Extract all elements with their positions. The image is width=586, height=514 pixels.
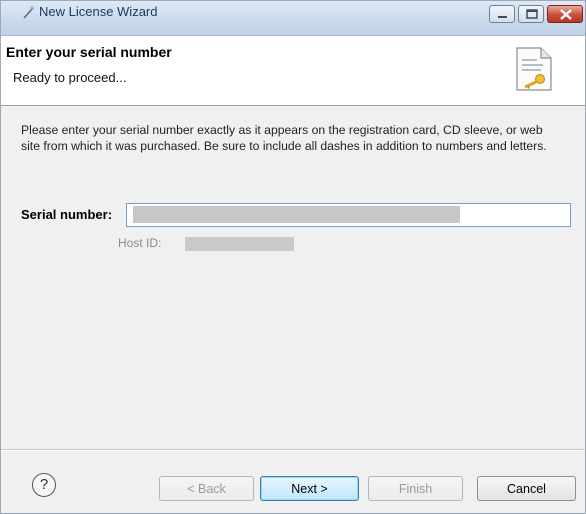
page-subtitle: Ready to proceed... (13, 70, 127, 85)
serial-number-label: Serial number: (21, 207, 113, 222)
close-button[interactable] (547, 5, 583, 23)
page-title: Enter your serial number (6, 44, 172, 60)
minimize-icon (498, 16, 507, 18)
help-button[interactable]: ? (32, 473, 56, 497)
next-button[interactable]: Next > (260, 476, 359, 501)
instructions-text: Please enter your serial number exactly … (21, 123, 547, 153)
wizard-window: New License Wizard Enter your serial num… (0, 0, 586, 514)
minimize-button[interactable] (489, 5, 515, 23)
serial-number-redaction (133, 206, 460, 223)
close-icon (560, 9, 572, 20)
help-icon: ? (39, 476, 49, 493)
back-button[interactable]: < Back (159, 476, 254, 501)
document-key-icon (516, 47, 552, 91)
host-id-label: Host ID: (118, 236, 162, 250)
host-id-redaction (185, 237, 294, 251)
finish-button[interactable]: Finish (368, 476, 463, 501)
wizard-header: Enter your serial number Ready to procee… (1, 36, 585, 106)
window-title: New License Wizard (39, 4, 158, 19)
title-bar[interactable]: New License Wizard (1, 1, 585, 36)
maximize-icon (526, 9, 538, 19)
wand-icon (23, 6, 34, 19)
cancel-button[interactable]: Cancel (477, 476, 576, 501)
maximize-button[interactable] (518, 5, 544, 23)
footer-divider (1, 449, 585, 451)
